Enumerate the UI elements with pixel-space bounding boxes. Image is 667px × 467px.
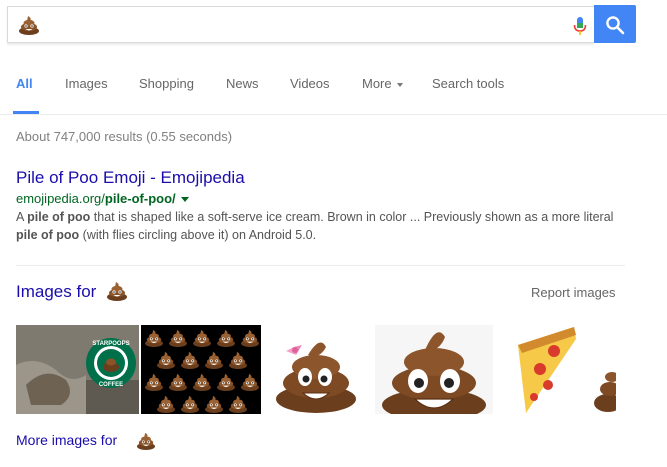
tab-more[interactable]: More	[362, 76, 403, 91]
pile-of-poo-emoji	[137, 432, 155, 450]
tab-videos[interactable]: Videos	[290, 76, 330, 91]
poo-emoji-large-image	[375, 325, 493, 414]
search-tabs: All Images Shopping News Videos More Sea…	[0, 62, 667, 115]
snippet-text: A	[16, 210, 28, 224]
tab-all[interactable]: All	[16, 76, 33, 91]
url-dropdown-icon[interactable]	[180, 197, 189, 203]
search-icon	[606, 16, 625, 35]
snippet-keyword: pile of poo	[27, 210, 91, 224]
images-for-heading[interactable]: Images for	[16, 282, 96, 302]
report-images-link[interactable]: Report images	[531, 285, 616, 300]
snippet-text: (with flies circling above it) on Androi…	[79, 228, 317, 242]
search-button[interactable]	[594, 5, 636, 43]
image-thumbnail-poo-bow[interactable]	[264, 325, 372, 414]
logo-text-top: STARPOOPS	[92, 341, 129, 347]
tab-news[interactable]: News	[226, 76, 259, 91]
search-input[interactable]	[7, 6, 594, 43]
image-thumbnail-pizza[interactable]	[496, 325, 616, 414]
image-thumbnail-starpoops[interactable]: STARPOOPS COFFEE	[16, 325, 139, 414]
result-url-path: pile-of-poo/	[104, 191, 176, 206]
active-tab-indicator	[13, 111, 39, 114]
poo-with-bow-image	[264, 325, 372, 414]
result-url-prefix: emojipedia.org/	[16, 191, 105, 206]
logo-text-bottom: COFFEE	[99, 382, 123, 388]
tab-more-label: More	[362, 76, 392, 91]
result-snippet: A pile of poo that is shaped like a soft…	[16, 208, 616, 244]
mic-icon[interactable]	[573, 16, 587, 36]
starpoops-coffee-image: STARPOOPS COFFEE	[16, 325, 139, 414]
pizza-emoji-image	[496, 325, 616, 414]
result-title-link[interactable]: Pile of Poo Emoji - Emojipedia	[16, 168, 245, 188]
more-images-link[interactable]: More images for	[16, 432, 117, 448]
tab-images[interactable]: Images	[65, 76, 108, 91]
snippet-keyword: pile of poo	[16, 228, 80, 242]
caret-down-icon	[396, 82, 403, 87]
tab-search-tools[interactable]: Search tools	[432, 76, 504, 91]
result-url: emojipedia.org/pile-of-poo/	[16, 191, 189, 206]
image-thumbnail-poo-large[interactable]	[375, 325, 493, 414]
result-stats: About 747,000 results (0.55 seconds)	[16, 129, 233, 144]
poo-pattern-image	[141, 325, 261, 414]
pile-of-poo-emoji	[19, 16, 39, 35]
image-thumbnail-pattern[interactable]	[141, 325, 261, 414]
pile-of-poo-emoji	[107, 282, 127, 301]
tab-shopping[interactable]: Shopping	[139, 76, 194, 91]
snippet-text: that is shaped like a soft-serve ice cre…	[90, 210, 614, 224]
section-divider	[16, 265, 625, 266]
